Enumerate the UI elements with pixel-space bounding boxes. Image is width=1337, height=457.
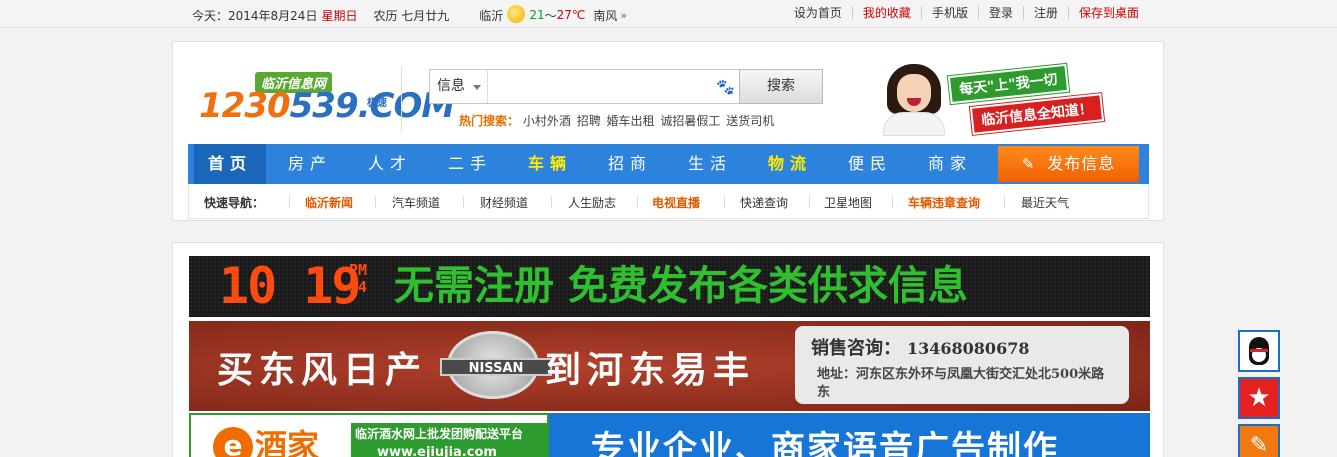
favorite-button[interactable]: ★	[1238, 377, 1280, 419]
wine-logo-text: 酒家	[255, 427, 320, 457]
hot-search-term[interactable]: 诚招暑假工	[660, 114, 720, 128]
nissan-banner[interactable]: 买东风日产 NISSAN 到河东易丰 销售咨询： 13468080678 地址：河…	[189, 321, 1150, 411]
today-date: 今天：2014年8月24日	[192, 8, 318, 23]
divider	[289, 196, 290, 208]
divider	[892, 196, 893, 208]
quick-link-finance[interactable]: 财经频道	[480, 194, 528, 211]
sun-cloud-icon	[507, 5, 526, 23]
set-homepage-link[interactable]: 设为首页	[784, 6, 852, 20]
main-nav: 首页 房产 人才 二手 车辆 招商 生活 物流 便民 商家 ✎ 发布信息	[188, 144, 1149, 184]
nav-item-business[interactable]: 招商	[608, 144, 652, 184]
sales-card: 销售咨询： 13468080678 地址：河东区东外环与凤凰大街交汇处北500米路…	[795, 326, 1129, 404]
led-pm-seconds: PM 34	[349, 261, 368, 296]
divider	[375, 196, 376, 208]
weekday: 星期日	[321, 8, 358, 23]
divider	[551, 196, 552, 208]
lunar-date: 农历 七月廿九	[373, 8, 450, 23]
wine-url: www.ejiujia.com	[377, 445, 497, 457]
quick-nav: 快速导航： 临沂新闻 汽车频道 财经频道 人生励志 电视直播 快递查询 卫星地图…	[188, 184, 1149, 219]
hot-search-term[interactable]: 招聘	[577, 114, 601, 128]
nav-item-convenience[interactable]: 便民	[848, 144, 892, 184]
date-weather: 今天：2014年8月24日 星期日 农历 七月廿九 临沂 21 ～ 27℃ 南风…	[192, 5, 627, 24]
nav-item-vehicles[interactable]: 车辆	[528, 144, 572, 184]
quick-nav-label: 快速导航：	[204, 196, 265, 210]
promo-banner: 每天"上"我一切 临沂信息全知道！	[873, 62, 1123, 137]
search-box: 信息 🐾 搜索	[429, 69, 823, 104]
nav-item-home[interactable]: 首页	[194, 144, 267, 184]
divider	[724, 196, 725, 208]
search-button[interactable]: 搜索	[739, 69, 823, 104]
save-to-desktop-link[interactable]: 保存到桌面	[1067, 6, 1149, 20]
pencil-icon: ✎	[1021, 155, 1036, 173]
header: 临沂信息网 1230539.COM 极速 信息 🐾 搜索 热门搜索： 小村外酒 …	[172, 41, 1164, 221]
wine-logo: e 酒家 临沂酒水网上批发团购配送平台 www.ejiujia.com	[189, 413, 549, 457]
nav-item-second-hand[interactable]: 二手	[448, 144, 492, 184]
temp-separator: ～	[544, 8, 557, 23]
site-logo[interactable]: 临沂信息网 1230539.COM 极速	[199, 72, 455, 132]
nissan-logo: NISSAN	[440, 331, 552, 399]
wine-tagline: 临沂酒水网上批发团购配送平台	[355, 427, 524, 441]
wine-strip: 临沂酒水网上批发团购配送平台 www.ejiujia.com	[351, 423, 547, 457]
wind: 南风	[593, 8, 618, 23]
pencil-icon: ✎	[1249, 433, 1269, 457]
side-publish-button[interactable]: ✎	[1238, 424, 1280, 457]
promo-girl-image	[879, 62, 949, 136]
led-banner[interactable]: 10 19 PM 34 无需注册 免费发布各类供求信息	[189, 256, 1150, 317]
nav-item-logistics[interactable]: 物流	[768, 144, 812, 184]
top-bar: 今天：2014年8月24日 星期日 农历 七月廿九 临沂 21 ～ 27℃ 南风…	[0, 0, 1337, 28]
hot-searches: 热门搜索： 小村外酒 招聘 婚车出租 诚招暑假工 送货司机	[459, 112, 776, 129]
logo-divider	[401, 66, 402, 132]
search-input[interactable]	[492, 73, 712, 100]
temp-low: 21	[529, 8, 545, 22]
divider	[809, 196, 810, 208]
ad-banners: 10 19 PM 34 无需注册 免费发布各类供求信息 买东风日产 NISSAN …	[172, 242, 1164, 457]
logo-speed-tag: 极速	[367, 98, 387, 109]
hot-search-term[interactable]: 婚车出租	[607, 114, 655, 128]
divider	[1004, 196, 1005, 208]
hot-search-label: 热门搜索：	[459, 114, 520, 128]
quick-link-tv-live[interactable]: 电视直播	[652, 194, 700, 211]
wine-logo-e: e	[213, 427, 253, 457]
quick-link-express[interactable]: 快递查询	[740, 194, 788, 211]
chevron-down-icon	[473, 85, 481, 90]
divider	[463, 196, 464, 208]
quick-link-weather[interactable]: 最近天气	[1021, 194, 1069, 211]
sales-phone: 13468080678	[907, 339, 1030, 358]
paw-icon[interactable]: 🐾	[716, 78, 735, 96]
quick-link-auto[interactable]: 汽车频道	[392, 194, 440, 211]
quick-link-linyi-news[interactable]: 临沂新闻	[305, 194, 353, 211]
led-message: 无需注册 免费发布各类供求信息	[394, 263, 968, 309]
voice-ad-text: 专业企业、商家语音广告制作	[591, 429, 1059, 457]
hot-search-term[interactable]: 小村外酒	[523, 114, 571, 128]
divider	[637, 196, 638, 208]
quick-link-inspiration[interactable]: 人生励志	[568, 194, 616, 211]
nav-item-merchants[interactable]: 商家	[928, 144, 972, 184]
my-favorites-link[interactable]: 我的收藏	[851, 6, 921, 20]
sales-label: 销售咨询：	[811, 338, 901, 359]
nissan-slogan-a: 买东风日产	[217, 349, 428, 391]
register-link[interactable]: 注册	[1022, 6, 1068, 20]
nissan-slogan-b: 到河东易丰	[545, 349, 756, 391]
quick-link-traffic-violation[interactable]: 车辆违章查询	[908, 194, 980, 211]
nav-item-talent[interactable]: 人才	[368, 144, 412, 184]
qq-chat-button[interactable]	[1238, 330, 1280, 372]
top-links: 设为首页 我的收藏 手机版 登录 注册 保存到桌面	[784, 6, 1149, 20]
logo-number: 1230539.COM	[199, 86, 455, 126]
login-link[interactable]: 登录	[977, 6, 1023, 20]
double-chevron-right-icon[interactable]: »	[620, 9, 627, 22]
quick-link-satellite-map[interactable]: 卫星地图	[824, 194, 872, 211]
weather-city[interactable]: 临沂	[479, 7, 503, 24]
led-clock: 10 19	[219, 257, 362, 315]
publish-button[interactable]: ✎ 发布信息	[998, 146, 1139, 182]
wine-voice-banner[interactable]: e 酒家 临沂酒水网上批发团购配送平台 www.ejiujia.com 专业企业…	[189, 413, 1150, 457]
star-icon: ★	[1247, 383, 1271, 413]
hot-search-term[interactable]: 送货司机	[726, 114, 774, 128]
mobile-version-link[interactable]: 手机版	[920, 6, 978, 20]
nav-item-real-estate[interactable]: 房产	[288, 144, 332, 184]
search-type-select[interactable]: 信息	[430, 70, 488, 103]
temp-high: 27℃	[556, 8, 586, 22]
sales-address: 地址：河东区东外环与凤凰大街交汇处北500米路东	[817, 367, 1105, 400]
nav-item-life[interactable]: 生活	[688, 144, 732, 184]
